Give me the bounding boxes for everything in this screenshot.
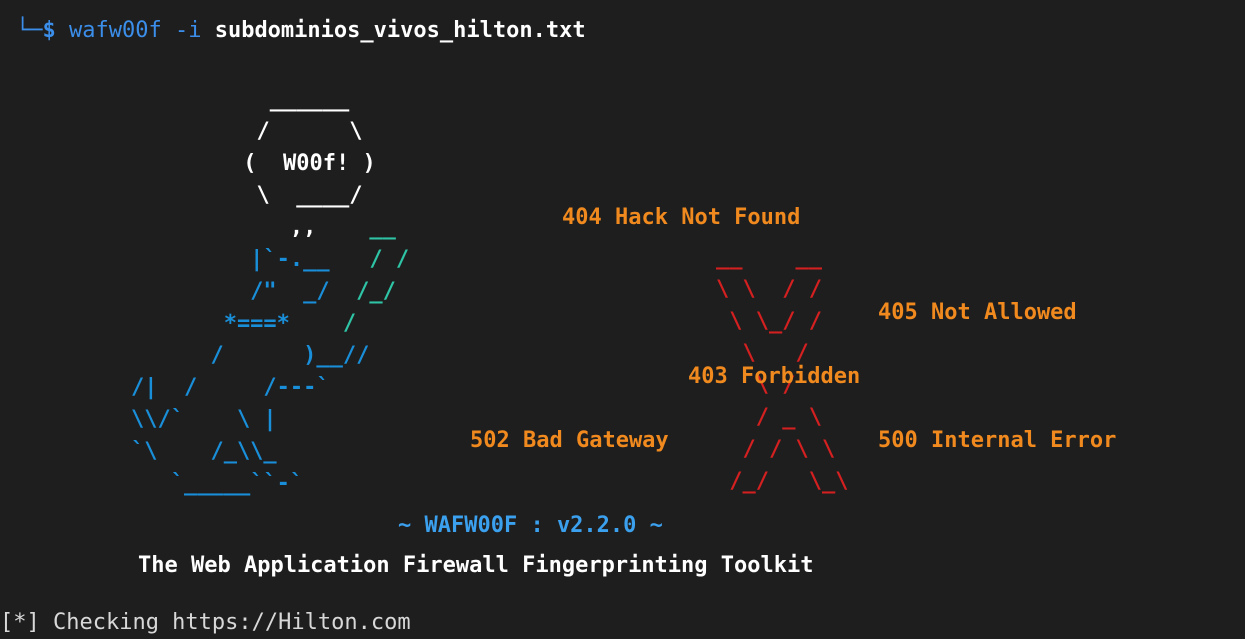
prompt-symbol: $ xyxy=(42,18,56,43)
error-405-label: 405 Not Allowed xyxy=(878,300,1077,325)
dog-speech-tail: ,, xyxy=(78,215,317,240)
error-403-label: 403 Forbidden xyxy=(688,364,861,389)
terminal-window[interactable]: └─$ wafw00f -i subdominios_vivos_hilton.… xyxy=(0,0,1245,639)
dog-body: / )__// xyxy=(78,343,370,368)
tagline: The Web Application Firewall Fingerprint… xyxy=(138,553,814,578)
dog-head: |`-.__ xyxy=(78,247,330,272)
dog-arm-top: __ xyxy=(316,215,396,240)
error-404-label: 404 Hack Not Found xyxy=(562,205,801,230)
dog-snout: /" _/ xyxy=(78,279,330,304)
error-502-label: 502 Bad Gateway xyxy=(470,428,669,453)
dog-feet: `_____``-` xyxy=(78,471,304,496)
dog-ascii-art: ,, __ |`-.__ / / /" _/ /_/ *===* / / )__… xyxy=(78,215,410,496)
command-text: wafw00f -i xyxy=(69,18,202,43)
speech-bubble-art: ______ / \ ( W00f! ) \ ____/ xyxy=(230,87,376,208)
error-500-label: 500 Internal Error xyxy=(878,428,1117,453)
dog-collar: *===* xyxy=(78,311,290,336)
command-line: └─$ wafw00f -i subdominios_vivos_hilton.… xyxy=(16,20,586,42)
prompt-tree-glyph: └─ xyxy=(16,18,43,43)
version-banner: ~ WAFW00F : v2.2.0 ~ xyxy=(398,513,663,538)
command-argument: subdominios_vivos_hilton.txt xyxy=(214,18,586,43)
bubble-text: W00f! xyxy=(282,151,350,176)
status-line: [*] Checking https://Hilton.com xyxy=(0,610,411,635)
